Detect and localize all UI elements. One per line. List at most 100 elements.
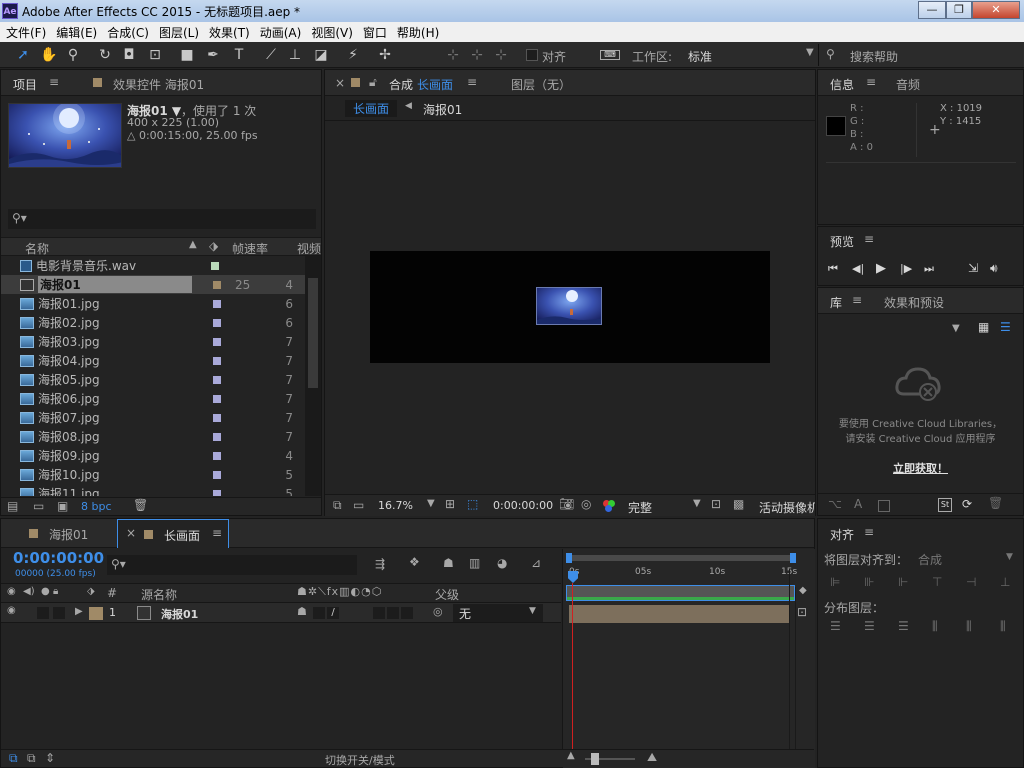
label-color-swatch[interactable]: [213, 299, 221, 308]
frame-blending-icon[interactable]: ▥: [469, 556, 480, 570]
chevron-down-icon[interactable]: ▼: [952, 323, 960, 334]
axis-view-icon[interactable]: ⊹: [492, 46, 510, 64]
comp-button-icon[interactable]: ⊡: [797, 605, 807, 619]
label-color-swatch[interactable]: [213, 489, 221, 496]
last-frame-icon[interactable]: ⏭: [924, 262, 934, 276]
sort-ascending-icon[interactable]: ▲: [189, 239, 197, 250]
close-tab-icon[interactable]: ×: [335, 76, 345, 90]
distribute-left-icon[interactable]: ⫼: [932, 619, 938, 634]
label-color-swatch[interactable]: [213, 318, 221, 327]
project-item-row[interactable]: 海报09.jpg 4: [1, 446, 305, 465]
tab-project[interactable]: 项目: [13, 76, 37, 93]
column-parent[interactable]: 父级: [435, 586, 459, 603]
chevron-down-icon[interactable]: ▼: [1006, 552, 1013, 562]
panel-menu-icon[interactable]: ≡: [212, 526, 222, 540]
collapse-switch[interactable]: [313, 607, 325, 619]
align-vertical-center-icon[interactable]: ⊣: [966, 575, 976, 589]
audio-icon[interactable]: ◀): [23, 586, 35, 597]
handle-icon[interactable]: [537, 288, 541, 292]
axis-local-icon[interactable]: ⊹: [444, 46, 462, 64]
label-color-swatch[interactable]: [213, 432, 221, 441]
menu-help[interactable]: 帮助(H): [397, 24, 439, 41]
label-color-swatch[interactable]: [213, 451, 221, 460]
layer-switches-toggle-icon[interactable]: ⧉: [9, 751, 18, 766]
label-color-swatch[interactable]: [213, 470, 221, 479]
breadcrumb-active[interactable]: 长画面: [345, 100, 398, 117]
show-snapshot-icon[interactable]: ◎: [581, 497, 591, 511]
project-item-row[interactable]: 海报01 25 4: [1, 275, 305, 294]
align-left-icon[interactable]: ⊫: [830, 575, 840, 589]
workspace-chevron-down-icon[interactable]: ▼: [806, 47, 814, 58]
frame-blend-switch[interactable]: [387, 607, 399, 619]
comp-marker-icon[interactable]: ◆: [799, 585, 807, 596]
rectangle-tool-icon[interactable]: ■: [178, 46, 196, 64]
zoom-out-icon[interactable]: ▲: [567, 750, 575, 761]
label-tag-icon[interactable]: ⬗: [87, 586, 95, 597]
eraser-tool-icon[interactable]: ◪: [312, 46, 330, 64]
label-color-swatch[interactable]: [213, 375, 221, 384]
in-out-toggle-icon[interactable]: ⇕: [45, 751, 55, 765]
chevron-down-icon[interactable]: ▼: [427, 498, 435, 509]
motion-blur-icon[interactable]: ◕: [497, 556, 507, 570]
layer-label-color[interactable]: [89, 607, 103, 620]
align-top-icon[interactable]: ⊤: [932, 575, 942, 589]
align-right-icon[interactable]: ⊩: [898, 575, 908, 589]
pan-behind-tool-icon[interactable]: ⊡: [146, 46, 164, 64]
panel-menu-icon[interactable]: ≡: [467, 75, 477, 89]
tab-effect-controls[interactable]: 效果控件 海报01: [113, 76, 204, 93]
toggle-switches-modes[interactable]: 切换开关/模式: [325, 752, 395, 768]
project-item-row[interactable]: 电影背景音乐.wav: [1, 256, 305, 275]
zoom-in-icon[interactable]: ⛰: [647, 750, 657, 765]
label-color-swatch[interactable]: [213, 337, 221, 346]
project-item-row[interactable]: 海报01.jpg 6: [1, 294, 305, 313]
speaker-icon[interactable]: 🔊︎: [990, 261, 998, 276]
align-checkbox[interactable]: [526, 49, 538, 61]
composition-flowchart-icon[interactable]: ⇶: [375, 557, 385, 571]
distribute-horizontal-center-icon[interactable]: ⫼: [966, 619, 972, 634]
distribute-vertical-center-icon[interactable]: ☰: [864, 619, 875, 633]
maximize-button[interactable]: ❐: [946, 1, 972, 19]
trash-icon[interactable]: 🗑: [133, 498, 148, 512]
pick-whip-icon[interactable]: ◎: [433, 605, 443, 618]
get-now-link[interactable]: 立即获取！: [818, 460, 1023, 476]
handle-icon[interactable]: [537, 320, 541, 324]
minimize-button[interactable]: —: [918, 1, 946, 19]
layer-preview-image[interactable]: [536, 287, 602, 325]
zoom-dropdown[interactable]: 16.7%: [378, 499, 413, 512]
first-frame-icon[interactable]: ⏮: [828, 262, 838, 276]
navigator-start-handle[interactable]: [566, 553, 572, 563]
menu-file[interactable]: 文件(F): [6, 24, 46, 41]
timeline-current-time[interactable]: 0:00:00:00: [13, 549, 104, 567]
quality-switch[interactable]: /: [327, 607, 339, 619]
zoom-slider-thumb[interactable]: [591, 753, 599, 765]
column-frame-rate[interactable]: 帧速率: [232, 240, 268, 257]
shy-switch-icon[interactable]: ☗: [297, 605, 307, 618]
interpret-footage-icon[interactable]: ▤: [7, 499, 18, 513]
parent-dropdown[interactable]: 无 ▼: [453, 604, 543, 622]
add-text-icon[interactable]: A: [854, 497, 862, 511]
menu-view[interactable]: 视图(V): [311, 24, 353, 41]
region-of-interest-icon[interactable]: ⬚: [467, 497, 478, 511]
puppet-tool-icon[interactable]: ✢: [376, 46, 394, 64]
timeline-search-input[interactable]: ⚲▾: [107, 555, 357, 575]
project-item-row[interactable]: 海报11.jpg 5: [1, 484, 305, 496]
panel-menu-icon[interactable]: ≡: [852, 293, 862, 307]
add-graphic-icon[interactable]: ⌥: [828, 497, 842, 511]
tab-timeline-inactive[interactable]: 海报01: [49, 526, 88, 543]
graph-editor-icon[interactable]: ⊿: [531, 556, 541, 570]
tab-audio[interactable]: 音频: [896, 76, 920, 93]
toggle-transparency-icon[interactable]: ⊡: [711, 497, 721, 511]
composition-canvas[interactable]: [370, 251, 770, 363]
motion-blur-switch[interactable]: [401, 607, 413, 619]
brush-tool-icon[interactable]: ⟋: [262, 46, 280, 64]
add-color-icon[interactable]: [878, 500, 890, 512]
layer-switches-icon[interactable]: ☗✲⟍fx▥◐◔⬡: [297, 585, 382, 599]
panel-menu-icon[interactable]: ≡: [49, 75, 59, 89]
project-search-input[interactable]: ⚲▾: [8, 209, 316, 229]
lock-icon[interactable]: 🔒︎: [53, 586, 58, 597]
project-item-row[interactable]: 海报06.jpg 7: [1, 389, 305, 408]
project-scrollbar[interactable]: [305, 256, 321, 496]
panel-menu-icon[interactable]: ≡: [864, 232, 874, 246]
project-item-row[interactable]: 海报02.jpg 6: [1, 313, 305, 332]
pen-tool-icon[interactable]: ✒: [204, 46, 222, 64]
